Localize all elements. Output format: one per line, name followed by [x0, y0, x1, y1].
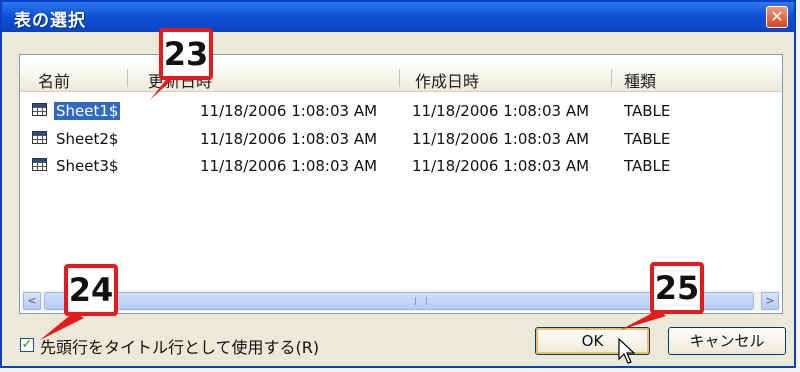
callout-23: 23	[159, 28, 213, 80]
callout-25: 25	[650, 262, 704, 314]
callout-pointers	[40, 72, 666, 340]
callout-24: 24	[64, 264, 118, 316]
